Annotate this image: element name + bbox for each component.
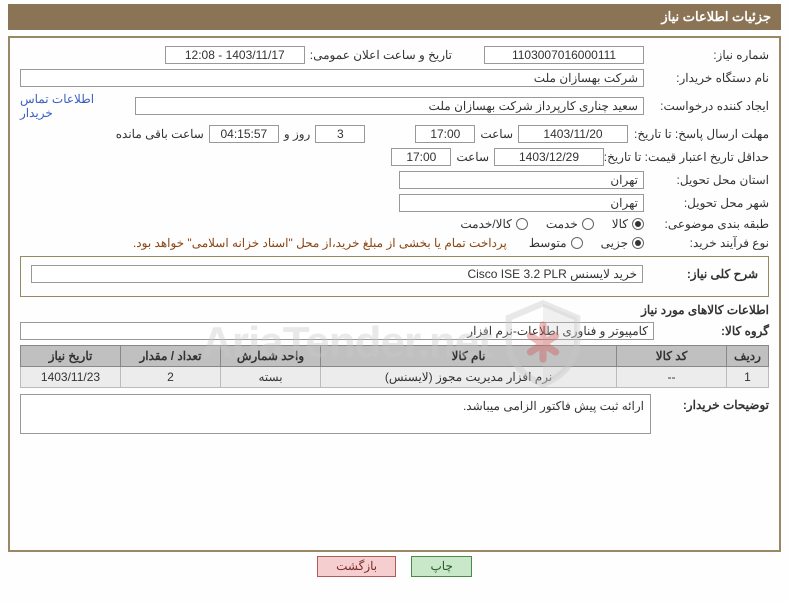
radio-goods-label: کالا (612, 217, 628, 231)
radio-dot-icon (582, 218, 594, 230)
remaining-suffix: ساعت باقی مانده (116, 127, 204, 141)
payment-note: پرداخت تمام یا بخشی از مبلغ خرید،از محل … (133, 236, 507, 250)
items-table: ردیف کد کالا نام کالا واحد شمارش تعداد /… (20, 345, 769, 388)
price-valid-label: حداقل تاریخ اعتبار قیمت: تا تاریخ: (609, 150, 769, 164)
radio-medium-label: متوسط (529, 236, 567, 250)
buyer-contact-link[interactable]: اطلاعات تماس خریدار (20, 92, 130, 120)
radio-dot-icon (516, 218, 528, 230)
buyer-notes-label: توضیحات خریدار: (659, 394, 769, 434)
buyer-org-value: شرکت بهسازان ملت (20, 69, 644, 87)
radio-dot-icon (571, 237, 583, 249)
reply-deadline-label: مهلت ارسال پاسخ: تا تاریخ: (633, 127, 769, 141)
cell-unit: بسته (221, 367, 321, 388)
price-valid-date: 1403/12/29 (494, 148, 604, 166)
table-row: 1 -- نرم افزار مدیریت مجوز (لایسنس)​ بست… (21, 367, 769, 388)
th-name: نام کالا (321, 346, 617, 367)
goods-group-value: کامپیوتر و فناوری اطلاعات-نرم افزار (20, 322, 654, 340)
reply-deadline-date: 1403/11/20 (518, 125, 628, 143)
announce-label: تاریخ و ساعت اعلان عمومی: (310, 48, 452, 62)
cell-name: نرم افزار مدیریت مجوز (لایسنس)​ (321, 367, 617, 388)
radio-service[interactable]: خدمت (546, 217, 594, 231)
back-button[interactable]: بازگشت (317, 556, 396, 577)
remaining-days: 3 (315, 125, 365, 143)
goods-info-title: اطلاعات کالاهای مورد نیاز (20, 303, 769, 317)
radio-service-label: خدمت (546, 217, 578, 231)
summary-title-label: شرح کلی نیاز: (648, 267, 758, 281)
radio-minor[interactable]: جزیی (601, 236, 644, 250)
creator-value: سعید چناری کارپرداز شرکت بهسازان ملت (135, 97, 644, 115)
subject-class-label: طبقه بندی موضوعی: (649, 217, 769, 231)
need-number-value: 1103007016000111 (484, 46, 644, 64)
creator-label: ایجاد کننده درخواست: (649, 99, 769, 113)
th-qty: تعداد / مقدار (121, 346, 221, 367)
summary-title-value: خرید لایسنس Cisco ISE 3.2 PLR (31, 265, 643, 283)
radio-minor-label: جزیی (601, 236, 628, 250)
time-label-2: ساعت (456, 150, 489, 164)
province-value: تهران (399, 171, 644, 189)
radio-goods-service[interactable]: کالا/خدمت (460, 217, 527, 231)
reply-deadline-time: 17:00 (415, 125, 475, 143)
time-label-1: ساعت (480, 127, 513, 141)
province-label: استان محل تحویل: (649, 173, 769, 187)
cell-row: 1 (727, 367, 769, 388)
city-label: شهر محل تحویل: (649, 196, 769, 210)
th-row: ردیف (727, 346, 769, 367)
table-header-row: ردیف کد کالا نام کالا واحد شمارش تعداد /… (21, 346, 769, 367)
need-number-label: شماره نیاز: (649, 48, 769, 62)
purchase-type-label: نوع فرآیند خرید: (649, 236, 769, 250)
cell-date: 1403/11/23 (21, 367, 121, 388)
th-date: تاریخ نیاز (21, 346, 121, 367)
page-title: جزئیات اطلاعات نیاز (661, 9, 771, 24)
buyer-notes-value: ارائه ثبت پیش فاکتور الزامی میباشد. (20, 394, 651, 434)
announce-value: 1403/11/17 - 12:08 (165, 46, 305, 64)
purchase-type-group: جزیی متوسط (529, 236, 644, 250)
th-unit: واحد شمارش (221, 346, 321, 367)
days-and-label: روز و (284, 127, 311, 141)
buyer-org-label: نام دستگاه خریدار: (649, 71, 769, 85)
remaining-time: 04:15:57 (209, 125, 279, 143)
page-header: جزئیات اطلاعات نیاز (8, 4, 781, 30)
subject-class-group: کالا خدمت کالا/خدمت (460, 217, 644, 231)
goods-group-label: گروه کالا: (659, 324, 769, 338)
summary-frame: شرح کلی نیاز: خرید لایسنس Cisco ISE 3.2 … (20, 256, 769, 297)
button-row: چاپ بازگشت (0, 556, 789, 577)
radio-medium[interactable]: متوسط (529, 236, 583, 250)
cell-code: -- (617, 367, 727, 388)
city-value: تهران (399, 194, 644, 212)
th-code: کد کالا (617, 346, 727, 367)
print-button[interactable]: چاپ (411, 556, 471, 577)
cell-qty: 2 (121, 367, 221, 388)
radio-goods[interactable]: کالا (612, 217, 644, 231)
radio-goods-service-label: کالا/خدمت (460, 217, 511, 231)
details-frame: AriaTender.net شماره نیاز: 1103007016000… (8, 36, 781, 552)
radio-dot-icon (632, 218, 644, 230)
radio-dot-icon (632, 237, 644, 249)
price-valid-time: 17:00 (391, 148, 451, 166)
